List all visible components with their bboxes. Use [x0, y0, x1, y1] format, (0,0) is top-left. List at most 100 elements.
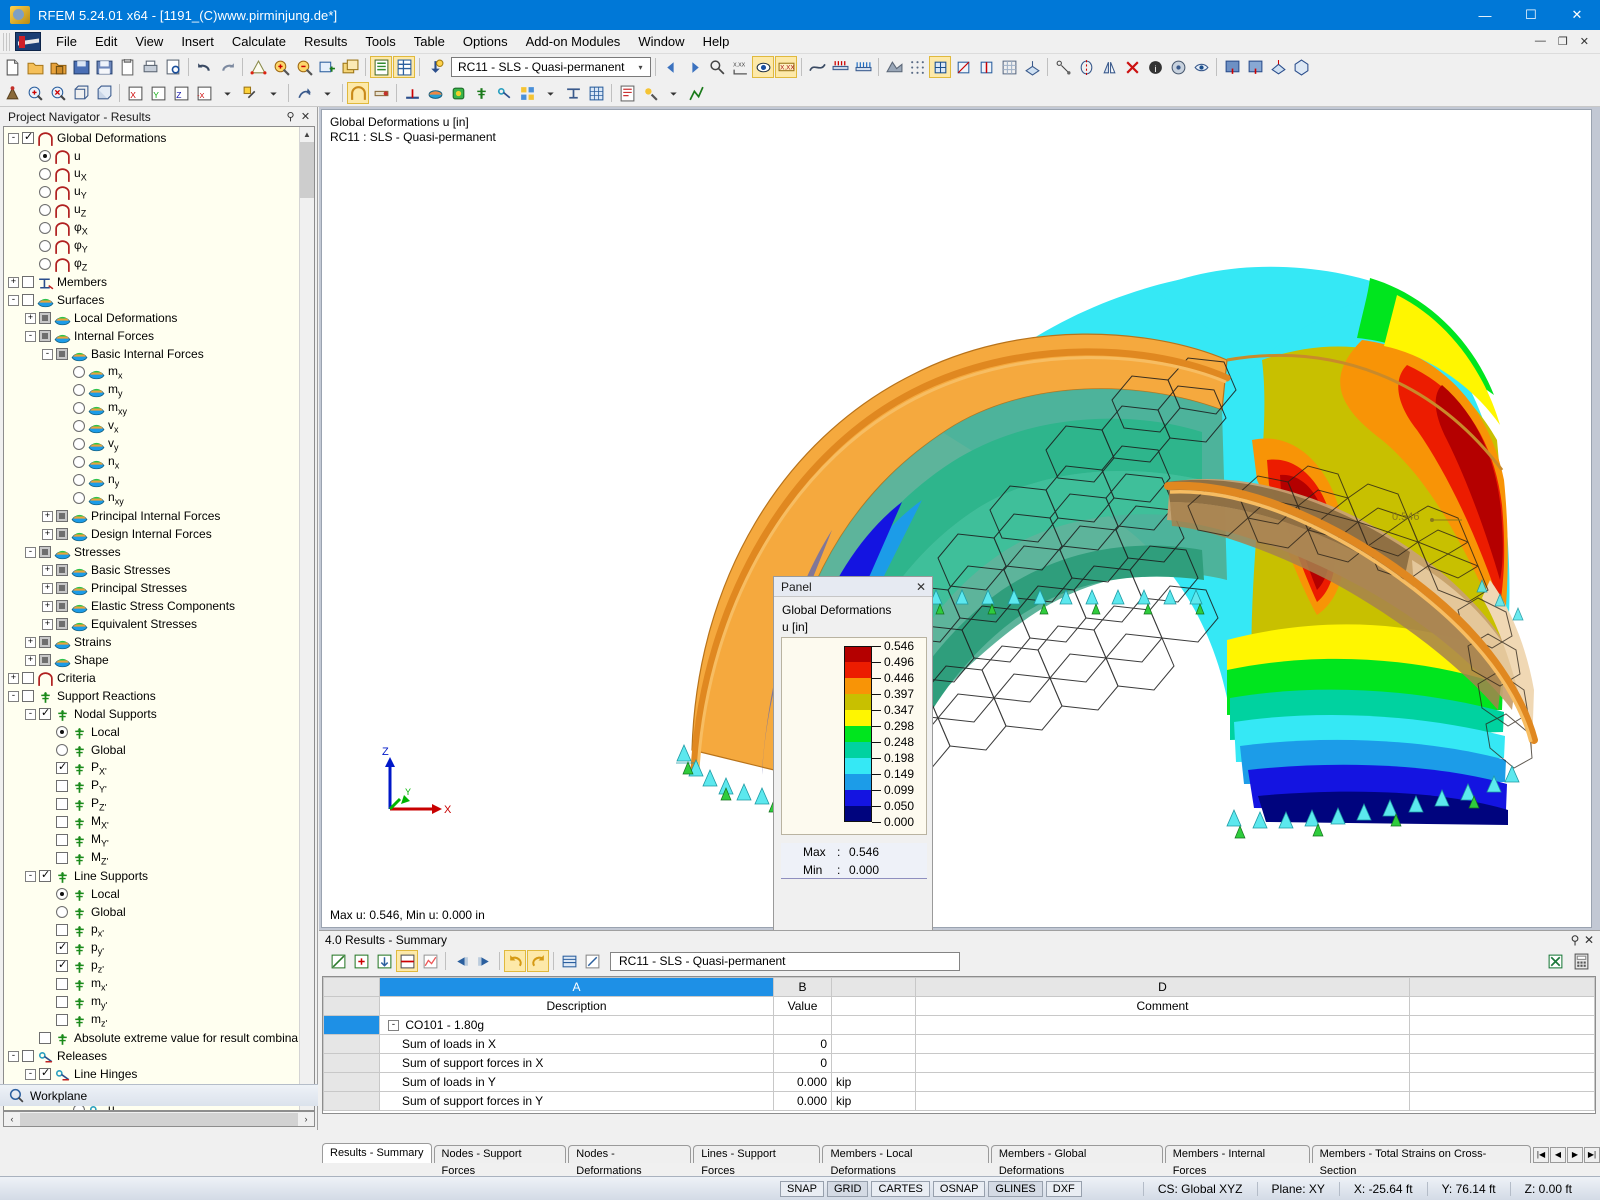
- menu-grip[interactable]: [3, 32, 12, 51]
- tree-item-m[interactable]: MZ': [8, 849, 314, 867]
- result-table-icon[interactable]: [585, 82, 607, 104]
- table-grid-view-icon[interactable]: [558, 950, 580, 972]
- tree-expander-icon[interactable]: +: [42, 600, 53, 612]
- save-icon[interactable]: [93, 56, 115, 78]
- render-quality-icon[interactable]: [239, 82, 261, 104]
- minimize-button[interactable]: —: [1462, 0, 1508, 30]
- tree-checkbox[interactable]: [56, 816, 68, 828]
- status-toggle-osnap[interactable]: OSNAP: [932, 1180, 986, 1197]
- tree-checkbox[interactable]: [56, 834, 68, 846]
- chevron-down-icon[interactable]: [262, 82, 284, 104]
- table-edit-icon[interactable]: [327, 950, 349, 972]
- tree-checkbox[interactable]: [39, 1066, 51, 1080]
- tree-item-stresses[interactable]: - Stresses: [8, 543, 314, 561]
- settings-icon[interactable]: [1167, 56, 1189, 78]
- tree-checkbox[interactable]: [56, 852, 68, 864]
- tree-radio[interactable]: [39, 168, 51, 180]
- zoom-window-icon[interactable]: [316, 56, 338, 78]
- tree-item-design-internal-forces[interactable]: + Design Internal Forces: [8, 525, 314, 543]
- tree-item-internal-forces[interactable]: - Internal Forces: [8, 327, 314, 345]
- view-back-icon[interactable]: [1244, 56, 1266, 78]
- tree-item-u[interactable]: uZ: [8, 201, 314, 219]
- solid-result-icon[interactable]: [447, 82, 469, 104]
- tree-radio[interactable]: [39, 240, 51, 252]
- surface-result-icon[interactable]: [424, 82, 446, 104]
- numeric-values-icon[interactable]: X.XX: [775, 56, 797, 78]
- tree-expander-icon[interactable]: -: [8, 132, 19, 144]
- chevron-down-icon[interactable]: [316, 82, 338, 104]
- table-chart-icon[interactable]: [419, 950, 441, 972]
- tree-item-m[interactable]: mx: [8, 363, 314, 381]
- table-next-icon[interactable]: [473, 950, 495, 972]
- tree-checkbox[interactable]: [56, 582, 68, 594]
- tree-radio[interactable]: [56, 726, 68, 738]
- results-grid[interactable]: A B D Description Value Comment - CO101 …: [322, 976, 1596, 1114]
- section-icon[interactable]: [562, 82, 584, 104]
- tree-radio[interactable]: [56, 744, 68, 756]
- info-icon[interactable]: i: [1144, 56, 1166, 78]
- tree-expander-icon[interactable]: +: [25, 654, 36, 666]
- column-letter-b[interactable]: B: [773, 977, 832, 997]
- table-settings-icon[interactable]: [581, 950, 603, 972]
- status-toggle-glines[interactable]: GLINES: [988, 1180, 1043, 1197]
- status-toggle-grid[interactable]: GRID: [826, 1180, 869, 1197]
- mirror-icon[interactable]: [1098, 56, 1120, 78]
- dimension-value-icon[interactable]: X.XX: [729, 56, 751, 78]
- tree-checkbox[interactable]: [22, 276, 34, 288]
- menu-item-view[interactable]: View: [126, 31, 172, 52]
- tree-item-m[interactable]: MX': [8, 813, 314, 831]
- close-icon[interactable]: ✕: [298, 110, 313, 123]
- view-perspective-icon[interactable]: [1267, 56, 1289, 78]
- visibility-icon[interactable]: [1190, 56, 1212, 78]
- tree-item-line-supports[interactable]: - Line Supports: [8, 867, 314, 885]
- tab-nav-button[interactable]: ▶|: [1584, 1147, 1600, 1163]
- rowhead-cell[interactable]: [323, 996, 380, 1016]
- view-negative-x-icon[interactable]: -X: [193, 82, 215, 104]
- tree-expander-icon[interactable]: -: [8, 690, 19, 702]
- tree-radio[interactable]: [56, 888, 68, 900]
- tree-checkbox[interactable]: [22, 130, 34, 144]
- menu-item-calculate[interactable]: Calculate: [223, 31, 295, 52]
- tree-item-m[interactable]: MY': [8, 831, 314, 849]
- menu-item-options[interactable]: Options: [454, 31, 517, 52]
- column-letter-a[interactable]: A: [379, 977, 774, 997]
- tree-item-releases[interactable]: - Releases: [8, 1047, 314, 1065]
- tree-checkbox[interactable]: [56, 510, 68, 522]
- tree-expander-icon[interactable]: +: [42, 564, 53, 576]
- menu-item-window[interactable]: Window: [629, 31, 693, 52]
- hinge-result-icon[interactable]: [493, 82, 515, 104]
- tree-item-n[interactable]: nxy: [8, 489, 314, 507]
- tree-radio[interactable]: [73, 420, 85, 432]
- tree-radio[interactable]: [39, 150, 51, 162]
- tree-item-m[interactable]: my': [8, 993, 314, 1011]
- tree-expander-icon[interactable]: +: [25, 636, 36, 648]
- results-tree[interactable]: - Global Deformations u uXuYuZφXφYφZ + Member…: [3, 126, 315, 1111]
- tree-item-local-deformations[interactable]: + Local Deformations: [8, 309, 314, 327]
- tree-vertical-scrollbar[interactable]: ▲ ▼: [299, 127, 314, 1110]
- tree-expander-icon[interactable]: +: [8, 672, 19, 684]
- tree-expander-icon[interactable]: -: [8, 294, 19, 306]
- tree-checkbox[interactable]: [56, 940, 68, 954]
- tree-item-line-hinges[interactable]: - Line Hinges: [8, 1065, 314, 1083]
- tree-item-strains[interactable]: + Strains: [8, 633, 314, 651]
- tree-item-p[interactable]: PZ': [8, 795, 314, 813]
- tree-expander-icon[interactable]: +: [8, 276, 19, 288]
- tree-item-nodal-supports[interactable]: - Nodal Supports: [8, 705, 314, 723]
- menu-item-insert[interactable]: Insert: [172, 31, 223, 52]
- render-effects-icon[interactable]: [639, 82, 661, 104]
- rowhead-cell[interactable]: [323, 1072, 380, 1092]
- tree-radio[interactable]: [39, 222, 51, 234]
- column-letter-c[interactable]: [831, 977, 916, 997]
- load-display-icon[interactable]: [829, 56, 851, 78]
- render-shading-icon[interactable]: [883, 56, 905, 78]
- tree-item-local[interactable]: Local: [8, 885, 314, 903]
- tree-expander-icon[interactable]: -: [42, 348, 53, 360]
- select-by-window-icon[interactable]: [24, 82, 46, 104]
- status-toggle-dxf[interactable]: DXF: [1045, 1180, 1082, 1197]
- table-prev-icon[interactable]: [450, 950, 472, 972]
- tree-item-p[interactable]: px': [8, 921, 314, 939]
- render-model-icon[interactable]: [247, 56, 269, 78]
- tree-item-n[interactable]: ny: [8, 471, 314, 489]
- node-select-icon[interactable]: [1, 82, 23, 104]
- printout-report-icon[interactable]: [616, 82, 638, 104]
